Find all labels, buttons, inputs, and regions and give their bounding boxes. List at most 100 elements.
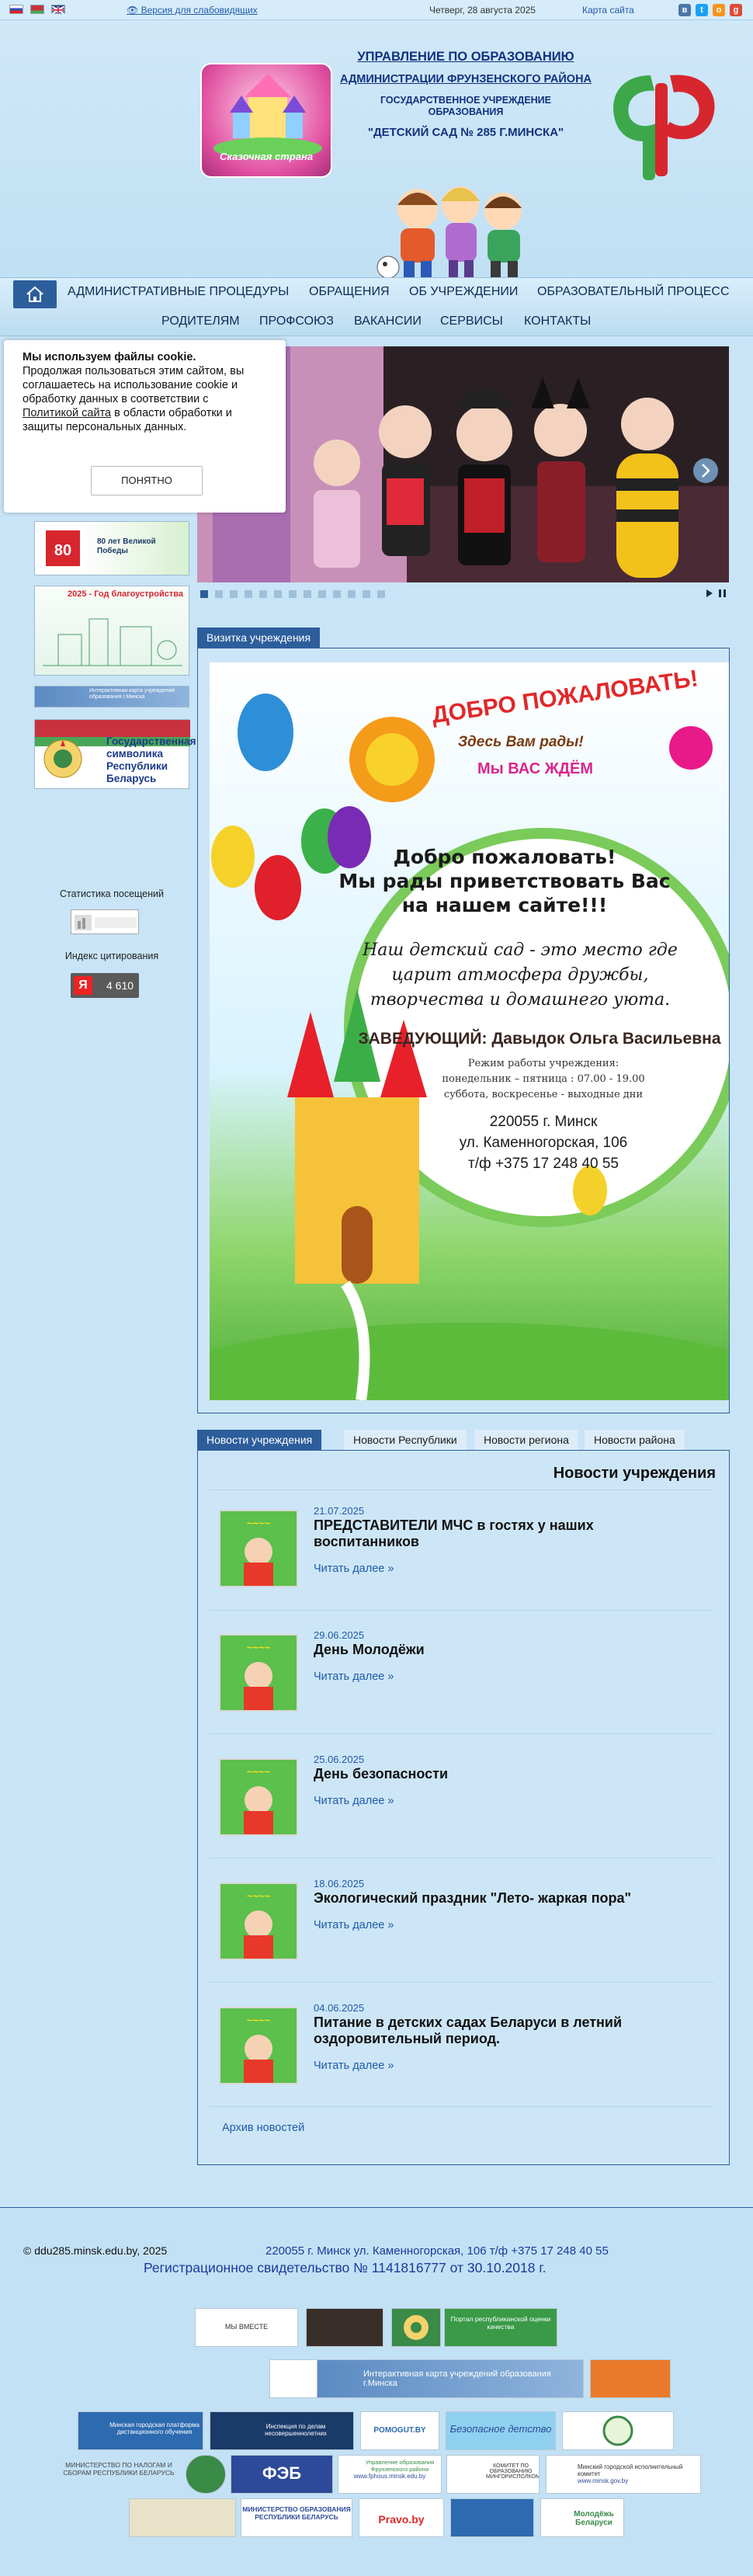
header-title-5: "ДЕТСКИЙ САД № 285 Г.МИНСКА" (367, 126, 564, 139)
nav-education-process[interactable]: ОБРАЗОВАТЕЛЬНЫЙ ПРОЦЕСС (537, 285, 730, 299)
nav-parents[interactable]: РОДИТЕЛЯМ (161, 315, 240, 329)
logo-label: Pravo.by (378, 2513, 425, 2526)
news-archive-link[interactable]: Архив новостей (222, 2122, 304, 2134)
slider-dot[interactable] (215, 590, 223, 598)
tab-institution-news[interactable]: Новости учреждения (197, 1430, 322, 1450)
logo-minsk-city-executive[interactable]: Минский городской исполнительный комитет… (546, 2455, 701, 2494)
sitemap-link[interactable]: Карта сайта (582, 5, 634, 16)
slider-dot[interactable] (289, 590, 297, 598)
logo-pomogut[interactable]: POMOGUT.BY (360, 2411, 439, 2450)
odnoklassniki-icon[interactable]: o (713, 4, 725, 16)
vk-icon[interactable]: в (678, 4, 691, 16)
poster-motto-2: царит атмосфера дружбы, (391, 965, 649, 985)
logo-quality-portal[interactable]: Портал республиканской оценки качества (444, 2308, 557, 2347)
logo-orange-banner[interactable] (590, 2359, 671, 2398)
poster-motto-3: творчества и домашнего уюта. (370, 990, 671, 1010)
home-button[interactable] (13, 280, 57, 308)
logo-education-ministry[interactable]: МИНИСТЕРСТВО ОБРАЗОВАНИЯ РЕСПУБЛИКИ БЕЛА… (241, 2498, 352, 2537)
news-title[interactable]: Питание в детских садах Беларуси в летни… (314, 2015, 671, 2047)
read-more-link[interactable]: Читать далее » (314, 1670, 394, 1683)
news-thumbnail[interactable]: ~~~~ (219, 1758, 298, 1836)
tab-visit-card[interactable]: Визитка учреждения (197, 627, 321, 648)
slider-dot[interactable] (318, 590, 326, 598)
slider-controls (706, 589, 726, 597)
logo-juvenile-inspection[interactable]: Инспекция по делам несовершеннолетних (210, 2411, 354, 2450)
news-divider (210, 2106, 714, 2107)
victory-banner[interactable]: 80 80 лет Великой Победы (34, 521, 189, 575)
news-thumbnail[interactable]: ~~~~ (219, 1882, 298, 1960)
beautification-banner[interactable]: 2025 - Год благоустройства (34, 586, 189, 676)
read-more-link[interactable]: Читать далее » (314, 2060, 394, 2072)
logo-pravo-by[interactable]: Pravo.by (359, 2498, 444, 2537)
read-more-link[interactable]: Читать далее » (314, 1563, 394, 1575)
cookie-policy-link[interactable]: Политикой сайта (23, 407, 111, 419)
header-title-4: ОБРАЗОВАНИЯ (428, 106, 504, 117)
slider-dot[interactable] (245, 590, 252, 598)
slider-dot[interactable] (259, 590, 267, 598)
logo-banner-dark[interactable] (306, 2308, 383, 2347)
tab-region-news[interactable]: Новости региона (474, 1430, 578, 1450)
nav-trade-union[interactable]: ПРОФСОЮЗ (259, 315, 334, 329)
logo-safe-childhood[interactable]: Безопасное детство (446, 2411, 556, 2450)
play-icon[interactable] (706, 589, 713, 597)
main-navigation: АДМИНИСТРАТИВНЫЕ ПРОЦЕДУРЫ ОБРАЩЕНИЯ ОБ … (0, 277, 753, 336)
nav-admin-procedures[interactable]: АДМИНИСТРАТИВНЫЕ ПРОЦЕДУРЫ (68, 285, 289, 299)
slider-dot[interactable] (230, 590, 238, 598)
poster-address: 220055 г. Минск ул. Каменногорская, 106 … (373, 1111, 714, 1174)
news-title[interactable]: День Молодёжи (314, 1642, 671, 1658)
slider-dot[interactable] (333, 590, 341, 598)
logo-minsk-distance-learning[interactable]: Минская городская платформа дистанционно… (78, 2411, 203, 2450)
logo-green-emblem[interactable] (562, 2411, 674, 2450)
low-vision-link[interactable]: 👁 Версия для слабовидящих (127, 5, 258, 16)
logo-round-emblem[interactable] (186, 2455, 226, 2494)
news-title[interactable]: ПРЕДСТАВИТЕЛИ МЧС в гостях у наших воспи… (314, 1517, 671, 1550)
stats-label: Статистика посещений (59, 888, 164, 899)
nav-contacts[interactable]: КОНТАКТЫ (524, 315, 591, 329)
google-plus-icon[interactable]: g (730, 4, 742, 16)
logo-tax-ministry[interactable]: МИНИСТЕРСТВО ПО НАЛОГАМ И СБОРАМ РЕСПУБЛ… (57, 2455, 181, 2494)
slider-dot[interactable] (274, 590, 282, 598)
uk-flag-icon[interactable] (51, 5, 65, 15)
interactive-map-banner[interactable]: Интерактивная карта учреждений образован… (34, 686, 189, 707)
news-title[interactable]: День безопасности (314, 1766, 671, 1782)
nav-appeals[interactable]: ОБРАЩЕНИЯ (309, 285, 390, 299)
slider-dot[interactable] (200, 590, 208, 598)
state-symbols-label: Государственная символика Республики Бел… (106, 735, 196, 784)
nav-services[interactable]: СЕРВИСЫ (440, 315, 503, 329)
tab-republic-news[interactable]: Новости Республики (344, 1430, 467, 1450)
read-more-link[interactable]: Читать далее » (314, 1919, 394, 1931)
logo-youth-belarus[interactable]: Молодёжь Беларуси (540, 2498, 624, 2537)
tab-district-news[interactable]: Новости района (585, 1430, 685, 1450)
twitter-icon[interactable]: t (696, 4, 708, 16)
logo-my-vmeste[interactable]: МЫ ВМЕСТЕ (195, 2308, 298, 2347)
ru-flag-icon[interactable] (9, 5, 23, 14)
logo-interactive-map[interactable]: Интерактивная карта учреждений образован… (269, 2359, 584, 2398)
news-thumbnail[interactable]: ~~~~ (219, 2007, 298, 2084)
read-more-link[interactable]: Читать далее » (314, 1795, 394, 1807)
poster-wait-banner: Мы ВАС ЖДЁМ (477, 760, 594, 777)
slider-dot[interactable] (348, 590, 356, 598)
news-title[interactable]: Экологический праздник "Лето- жаркая пор… (314, 1890, 671, 1907)
pause-icon[interactable] (719, 589, 726, 597)
state-symbols-banner[interactable]: Государственная символика Республики Бел… (34, 719, 196, 789)
nav-about[interactable]: ОБ УЧРЕЖДЕНИИ (409, 285, 518, 299)
logo-frunze-education[interactable]: Управление образования Фрунзенского райо… (338, 2455, 442, 2494)
logo-state-emblem[interactable] (391, 2308, 441, 2347)
logo-feb[interactable]: ФЭБ (231, 2455, 333, 2494)
yandex-citation-widget[interactable]: Я 4 610 (71, 973, 139, 998)
news-thumbnail[interactable]: ~~~~ (219, 1634, 298, 1712)
visit-counter-widget[interactable] (71, 909, 139, 934)
cookie-accept-button[interactable]: ПОНЯТНО (91, 466, 203, 495)
slider-dot[interactable] (304, 590, 311, 598)
kindergarten-logo[interactable]: Сказочная страна (200, 63, 332, 178)
logo-minsk-education-committee[interactable]: КОМИТЕТ ПО ОБРАЗОВАНИЮ МИНГОРИСПОЛКОМА (446, 2455, 540, 2494)
logo-children-legal[interactable] (450, 2498, 534, 2537)
nav-vacancies[interactable]: ВАКАНСИИ (354, 315, 422, 329)
svg-text:~~~~: ~~~~ (247, 1642, 271, 1653)
slider-dot[interactable] (377, 590, 385, 598)
slider-dot[interactable] (363, 590, 370, 598)
logo-president-portal[interactable] (129, 2498, 236, 2537)
by-flag-icon[interactable] (30, 5, 44, 14)
header-title-2: АДМИНИСТРАЦИИ ФРУНЗЕНСКОГО РАЙОНА (339, 73, 592, 85)
news-thumbnail[interactable]: ~~~~ (219, 1510, 298, 1587)
